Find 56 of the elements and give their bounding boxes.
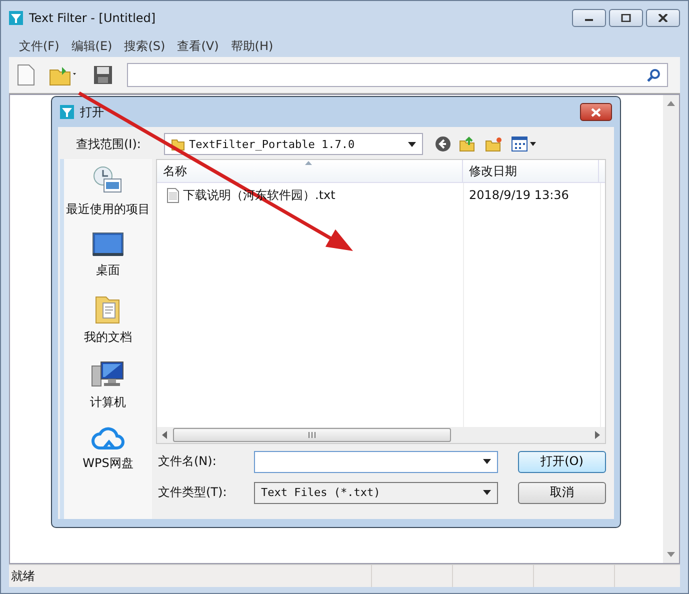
scroll-thumb[interactable] — [173, 428, 451, 442]
caret-icon — [483, 459, 491, 464]
sort-caret-icon — [305, 161, 312, 165]
place-label[interactable]: 我的文档 — [84, 329, 132, 346]
scrollbar[interactable] — [663, 95, 679, 563]
filter-icon — [9, 11, 23, 25]
filter-icon — [60, 105, 74, 119]
menu-item[interactable]: 搜索(S) — [124, 38, 166, 54]
file-type-label: 文件类型(T): — [157, 484, 228, 501]
status-text: 就绪 — [10, 568, 36, 584]
close-button[interactable] — [580, 103, 612, 121]
scroll-up-icon[interactable] — [667, 101, 675, 106]
cancel-button[interactable]: 取消 — [518, 482, 606, 504]
window-title: Text Filter - [Untitled] — [29, 11, 156, 25]
scroll-down-icon[interactable] — [667, 552, 675, 557]
view-menu-icon[interactable] — [511, 136, 537, 152]
menu-item[interactable]: 帮助(H) — [230, 38, 274, 54]
place-label[interactable]: 桌面 — [96, 262, 120, 279]
scrollbar[interactable] — [157, 427, 605, 443]
desktop-icon[interactable] — [92, 232, 124, 258]
menu-item[interactable]: 查看(V) — [177, 38, 219, 54]
scroll-left-icon[interactable] — [162, 431, 167, 439]
save-icon[interactable] — [93, 65, 113, 85]
place-label[interactable]: 计算机 — [90, 394, 126, 411]
file-date: 2018/9/19 13:36 — [468, 188, 570, 202]
close-button[interactable] — [646, 9, 680, 27]
text-file-icon — [167, 188, 179, 202]
open-button[interactable]: 打开(O) — [518, 450, 606, 472]
back-icon[interactable] — [435, 136, 451, 152]
close-icon — [658, 14, 668, 22]
column-header[interactable]: 修改日期 — [463, 160, 599, 182]
minimize-button[interactable] — [572, 9, 606, 27]
search-field[interactable] — [127, 63, 668, 87]
new-folder-icon[interactable] — [485, 136, 503, 152]
file-type-dropdown[interactable]: Text Files (*.txt) — [254, 482, 498, 504]
maximize-icon — [621, 14, 631, 22]
file-name-label: 文件名(N): — [157, 453, 218, 470]
cloud-icon[interactable] — [91, 425, 125, 451]
dialog-title: 打开 — [80, 104, 104, 120]
close-icon — [591, 108, 601, 116]
menu-item[interactable]: 文件(F) — [19, 38, 60, 54]
look-in-dropdown[interactable]: TextFilter_Portable 1.7.0 — [164, 133, 423, 155]
caret-icon — [483, 490, 491, 495]
file-name-field[interactable] — [254, 450, 498, 472]
look-in-label: 查找范围(I): — [76, 136, 142, 152]
maximize-button[interactable] — [609, 9, 643, 27]
folder-icon[interactable] — [49, 64, 79, 86]
up-folder-icon[interactable] — [459, 136, 477, 152]
menu-item[interactable]: 编辑(E) — [71, 38, 112, 54]
caret-icon — [408, 142, 416, 146]
grip-icon — [308, 432, 316, 438]
new-file-icon[interactable] — [17, 64, 35, 86]
place-label[interactable]: WPS网盘 — [82, 455, 134, 472]
search-icon — [647, 68, 661, 82]
scroll-right-icon[interactable] — [595, 431, 600, 439]
place-label[interactable]: 最近使用的项目 — [66, 201, 150, 218]
